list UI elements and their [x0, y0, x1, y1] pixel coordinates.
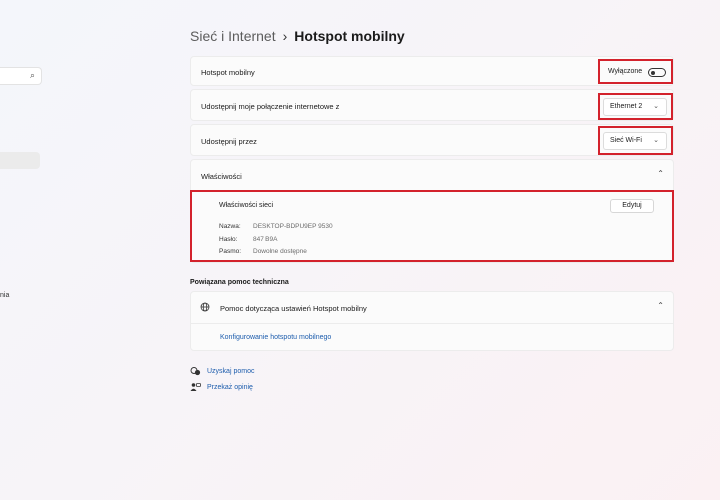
property-key: Nazwa: — [219, 223, 241, 230]
share-from-dropdown[interactable]: Ethernet 2 ⌄ — [603, 98, 667, 116]
help-item-header[interactable]: Pomoc dotycząca ustawień Hotspot mobilny… — [191, 292, 673, 324]
feedback-link[interactable]: Przekaż opinię — [207, 384, 253, 391]
search-input[interactable]: ⌕ — [0, 67, 42, 85]
property-value: Dowolne dostępne — [253, 248, 307, 255]
feedback-icon — [190, 382, 201, 395]
chevron-down-icon: ⌄ — [653, 103, 659, 110]
chevron-up-icon[interactable]: ⌃ — [657, 169, 664, 178]
breadcrumb-parent[interactable]: Sieć i Internet — [190, 28, 276, 44]
property-key: Pasmo: — [219, 248, 242, 255]
search-icon: ⌕ — [29, 70, 35, 80]
share-over-value: Sieć Wi-Fi — [610, 137, 642, 144]
edit-button[interactable]: Edytuj — [610, 199, 654, 213]
properties-header[interactable]: Właściwości ⌃ — [191, 160, 673, 191]
property-key: Hasło: — [219, 236, 238, 243]
breadcrumb-chevron-icon: › — [282, 28, 288, 44]
help-icon — [190, 366, 201, 379]
navigation-pane: ⌕ nia — [0, 0, 45, 500]
related-support-header: Powiązana pomoc techniczna — [190, 279, 289, 286]
share-from-value: Ethernet 2 — [610, 103, 643, 110]
nav-selected-item[interactable] — [0, 152, 40, 169]
nav-item-label[interactable]: nia — [0, 292, 9, 299]
hotspot-label: Hotspot mobilny — [201, 68, 255, 77]
highlight-box: Ethernet 2 ⌄ — [598, 93, 673, 120]
share-over-dropdown[interactable]: Sieć Wi-Fi ⌄ — [603, 132, 667, 150]
property-value: 847 B9A — [253, 236, 278, 243]
toggle-state-label: Wyłączone — [608, 68, 643, 75]
help-item-label: Pomoc dotycząca ustawień Hotspot mobilny — [220, 304, 367, 313]
share-over-label: Udostępnij przez — [201, 137, 257, 146]
network-properties-title: Właściwości sieci — [219, 202, 274, 209]
get-help-link[interactable]: Uzyskaj pomoc — [207, 368, 254, 375]
highlight-box: Sieć Wi-Fi ⌄ — [598, 126, 673, 155]
configure-hotspot-link[interactable]: Konfigurowanie hotspotu mobilnego — [220, 334, 331, 341]
share-from-label: Udostępnij moje połączenie internetowe z — [201, 102, 340, 111]
properties-header-label: Właściwości — [201, 172, 242, 181]
property-value: DESKTOP-BDPU9EP 9530 — [253, 223, 333, 230]
chevron-down-icon: ⌄ — [653, 137, 659, 144]
related-support-card: Pomoc dotycząca ustawień Hotspot mobilny… — [190, 291, 674, 351]
hotspot-toggle[interactable] — [648, 68, 666, 77]
globe-icon — [200, 302, 210, 314]
page-title: Sieć i Internet › Hotspot mobilny — [190, 28, 405, 44]
highlight-box: Właściwości sieci Edytuj Nazwa: DESKTOP-… — [190, 190, 674, 262]
highlight-box: Wyłączone — [598, 59, 673, 84]
chevron-up-icon[interactable]: ⌃ — [657, 301, 664, 310]
breadcrumb-current: Hotspot mobilny — [294, 28, 405, 44]
